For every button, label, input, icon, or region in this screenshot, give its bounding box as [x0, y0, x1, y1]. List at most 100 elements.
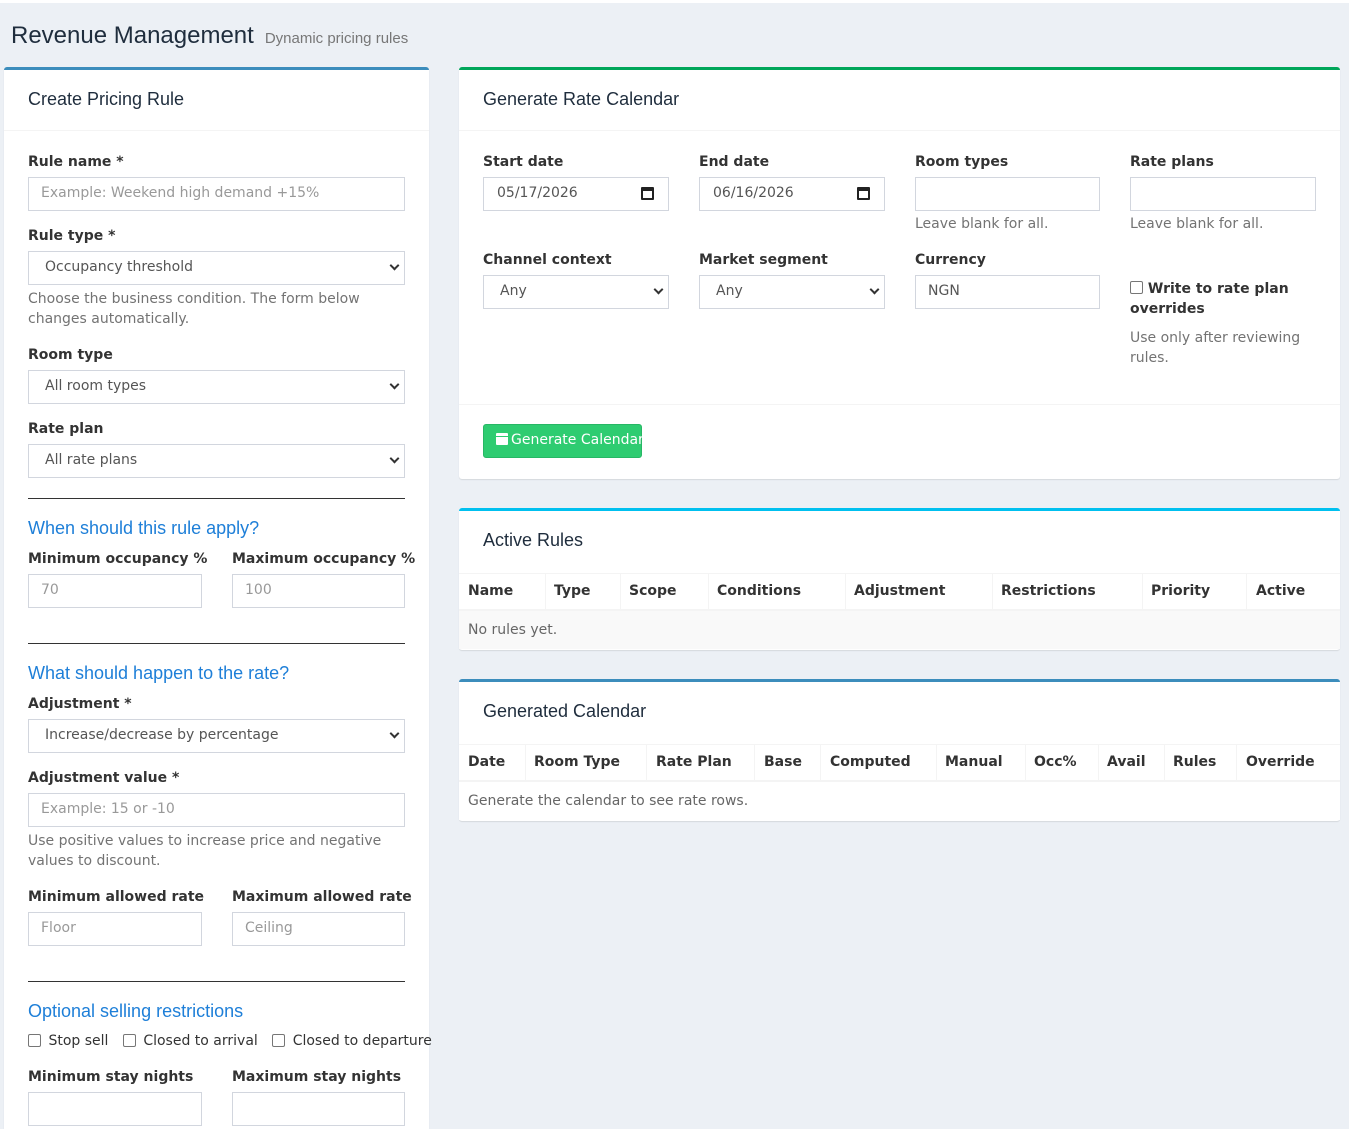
min-occupancy-input[interactable]: 70	[28, 574, 202, 608]
column-separator	[1164, 745, 1165, 782]
column-header[interactable]: Date	[468, 754, 505, 770]
active-rules-title: Active Rules	[483, 530, 584, 550]
column-header[interactable]: Avail	[1107, 754, 1146, 770]
stop-sell-option[interactable]: Stop sell	[28, 1033, 113, 1049]
column-header[interactable]: Rate Plan	[656, 754, 732, 770]
closed-departure-label: Closed to departure	[292, 1033, 432, 1049]
max-rate-input[interactable]: Ceiling	[232, 912, 405, 946]
write-overrides-checkbox[interactable]	[1130, 281, 1143, 294]
section-divider	[28, 981, 405, 982]
column-header[interactable]: Name	[468, 583, 513, 599]
generate-rate-calendar-panel: Generate Rate Calendar Start date 05/17/…	[459, 67, 1340, 479]
closed-departure-checkbox[interactable]	[272, 1034, 286, 1047]
end-date-value: 06/16/2026	[713, 185, 794, 201]
chevron-down-icon	[389, 728, 400, 739]
chevron-down-icon	[653, 284, 664, 295]
min-occupancy-label: Minimum occupancy %	[28, 551, 208, 567]
column-header[interactable]: Restrictions	[1001, 583, 1096, 599]
chevron-down-icon	[389, 453, 400, 464]
stop-sell-checkbox[interactable]	[28, 1034, 41, 1047]
closed-departure-option[interactable]: Closed to departure	[272, 1033, 432, 1049]
column-separator	[1025, 745, 1026, 782]
column-header[interactable]: Base	[764, 754, 802, 770]
generate-rate-calendar-title: Generate Rate Calendar	[483, 89, 680, 109]
rate-plans-input[interactable]	[1130, 177, 1316, 211]
active-rules-table-header: Name Type Scope Conditions Adjustment Re…	[459, 573, 1340, 611]
max-occupancy-input[interactable]: 100	[232, 574, 405, 608]
generate-calendar-button[interactable]: Generate Calendar	[483, 424, 644, 458]
column-separator	[545, 574, 546, 611]
max-occupancy-placeholder: 100	[245, 582, 272, 598]
min-rate-input[interactable]: Floor	[28, 912, 202, 946]
column-header[interactable]: Computed	[830, 754, 911, 770]
rate-plan-label: Rate plan	[28, 421, 104, 437]
adjustment-value: Increase/decrease by percentage	[45, 727, 279, 743]
column-header[interactable]: Active	[1256, 583, 1305, 599]
write-overrides-help: Use only after reviewing rules.	[1130, 330, 1301, 366]
min-stay-label: Minimum stay nights	[28, 1069, 194, 1085]
market-segment-label: Market segment	[699, 252, 828, 268]
max-stay-input[interactable]	[232, 1092, 405, 1126]
column-header[interactable]: Override	[1246, 754, 1315, 770]
column-header[interactable]: Manual	[945, 754, 1003, 770]
generated-calendar-empty-row: Generate the calendar to see rate rows.	[459, 782, 1340, 820]
market-segment-select[interactable]: Any	[699, 275, 885, 309]
column-separator	[708, 574, 709, 611]
column-header[interactable]: Conditions	[717, 583, 801, 599]
currency-input[interactable]: NGN	[915, 275, 1100, 309]
write-overrides-label: Write to rate plan overrides	[1130, 281, 1289, 317]
column-header[interactable]: Priority	[1151, 583, 1210, 599]
column-header[interactable]: Adjustment	[854, 583, 945, 599]
chevron-down-icon	[389, 260, 400, 271]
adjustment-value-help: Use positive values to increase price an…	[28, 833, 382, 869]
min-rate-placeholder: Floor	[41, 920, 76, 936]
generated-calendar-header: Generated Calendar	[459, 682, 1340, 744]
min-rate-label: Minimum allowed rate	[28, 889, 205, 905]
page-subtitle: Dynamic pricing rules	[264, 30, 409, 47]
column-header[interactable]: Type	[554, 583, 591, 599]
room-type-value: All room types	[45, 378, 147, 394]
column-separator	[1236, 745, 1237, 782]
channel-context-select[interactable]: Any	[483, 275, 669, 309]
section-divider	[28, 498, 405, 499]
rule-type-help: Choose the business condition. The form …	[28, 291, 360, 327]
currency-label: Currency	[915, 252, 986, 268]
calendar-icon[interactable]	[857, 187, 870, 200]
create-pricing-rule-title: Create Pricing Rule	[28, 89, 185, 109]
apply-section-heading: When should this rule apply?	[28, 518, 260, 538]
write-overrides-option[interactable]: Write to rate plan overrides	[1130, 279, 1316, 319]
currency-value: NGN	[928, 283, 960, 299]
column-separator	[992, 574, 993, 611]
start-date-label: Start date	[483, 154, 564, 170]
min-stay-input[interactable]	[28, 1092, 202, 1126]
adjustment-select[interactable]: Increase/decrease by percentage	[28, 719, 405, 753]
restrictions-row: Stop sell Closed to arrival Closed to de…	[28, 1033, 432, 1049]
closed-arrival-checkbox[interactable]	[122, 1034, 136, 1047]
active-rules-empty-row: No rules yet.	[459, 611, 1340, 649]
section-divider	[28, 643, 405, 644]
room-types-input[interactable]	[915, 177, 1100, 211]
column-header[interactable]: Room Type	[534, 754, 620, 770]
rate-plan-select[interactable]: All rate plans	[28, 444, 405, 478]
closed-arrival-option[interactable]: Closed to arrival	[122, 1033, 262, 1049]
room-type-select[interactable]: All room types	[28, 370, 405, 404]
rule-type-label: Rule type *	[28, 228, 116, 244]
room-types-label: Room types	[915, 154, 1009, 170]
end-date-input[interactable]: 06/16/2026	[699, 177, 885, 211]
chevron-down-icon	[869, 284, 880, 295]
max-rate-placeholder: Ceiling	[245, 920, 293, 936]
rule-type-select[interactable]: Occupancy threshold	[28, 251, 405, 285]
column-separator	[1142, 574, 1143, 611]
rule-name-placeholder: Example: Weekend high demand +15%	[41, 185, 320, 201]
column-header[interactable]: Scope	[629, 583, 677, 599]
page-title: Revenue Management	[11, 22, 254, 49]
column-header[interactable]: Rules	[1173, 754, 1216, 770]
restrictions-section-heading: Optional selling restrictions	[28, 1001, 244, 1021]
calendar-icon[interactable]	[641, 187, 654, 200]
generated-calendar-table-header: Date Room Type Rate Plan Base Computed M…	[459, 744, 1340, 782]
rule-name-input[interactable]: Example: Weekend high demand +15%	[28, 177, 405, 211]
start-date-input[interactable]: 05/17/2026	[483, 177, 669, 211]
adjustment-value-input[interactable]: Example: 15 or -10	[28, 793, 405, 827]
chevron-down-icon	[389, 379, 400, 390]
column-header[interactable]: Occ%	[1034, 754, 1077, 770]
